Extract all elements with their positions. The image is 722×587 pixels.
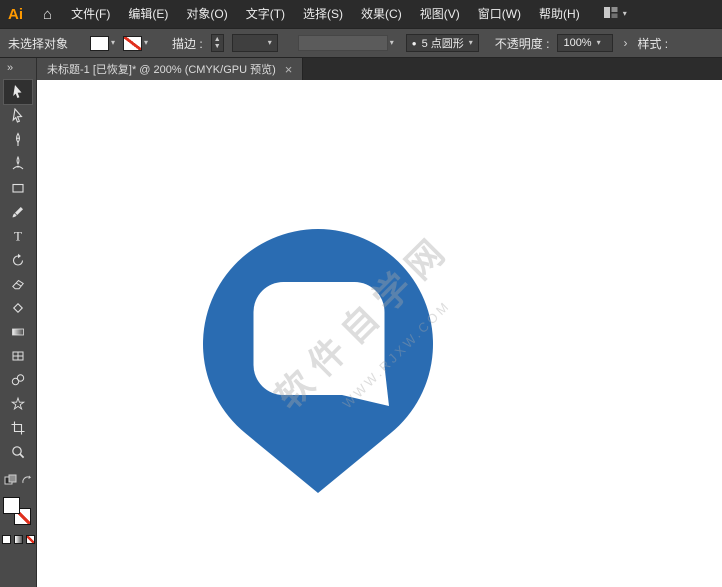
stepper-down-icon[interactable]: ▼: [214, 43, 221, 50]
color-button[interactable]: [1, 535, 11, 544]
mesh-tool[interactable]: [4, 344, 32, 368]
none-button[interactable]: [25, 535, 35, 544]
chevron-down-icon: ▾: [468, 38, 473, 47]
crop-marks-icon: [10, 420, 26, 436]
variable-width-profile[interactable]: ▾: [297, 35, 394, 51]
stepper-up-icon[interactable]: ▲: [214, 36, 221, 43]
color-mode-buttons: [1, 535, 35, 544]
document-area: 未标题-1 [已恢复]* @ 200% (CMYK/GPU 预览) × 软件自学…: [37, 58, 722, 587]
stroke-weight-label: 描边 :: [172, 36, 203, 51]
direct-selection-arrow-icon: [10, 108, 26, 124]
menu-edit[interactable]: 编辑(E): [119, 0, 177, 28]
brush-definition-dropdown[interactable]: ● 5 点圆形 ▾: [405, 34, 479, 52]
pen-nib-icon: [10, 132, 26, 148]
toolbar-expand-button[interactable]: »: [0, 58, 13, 80]
menu-help[interactable]: 帮助(H): [530, 0, 589, 28]
rotate-arrow-icon: [10, 252, 26, 268]
diamond-icon: [10, 300, 26, 316]
swap-fill-stroke-icon[interactable]: [21, 475, 32, 489]
type-tool[interactable]: T: [4, 224, 32, 248]
workspace-grid-icon: [603, 6, 619, 22]
paintbrush-icon: [10, 204, 26, 220]
chevron-down-icon: ▾: [267, 38, 272, 47]
opacity-dropdown[interactable]: 100% ▾: [557, 34, 614, 52]
stroke-swatch-none[interactable]: [123, 35, 143, 51]
shaper-tool[interactable]: [4, 296, 32, 320]
document-tab[interactable]: 未标题-1 [已恢复]* @ 200% (CMYK/GPU 预览) ×: [37, 58, 304, 80]
width-profile-preview: [297, 35, 388, 51]
close-icon[interactable]: ×: [285, 63, 293, 76]
main-area: » T 未标题-1 [已恢复]* @ 200% (CMYK/GPU 预览) × …: [0, 58, 722, 587]
artboard-canvas[interactable]: 软件自学网 WWW.RJXW.COM: [37, 80, 722, 587]
menu-object[interactable]: 对象(O): [177, 0, 236, 28]
eraser-tool[interactable]: [4, 272, 32, 296]
symbol-sprayer-tool[interactable]: [4, 392, 32, 416]
menu-type[interactable]: 文字(T): [237, 0, 294, 28]
chevron-down-icon: ▾: [144, 38, 149, 47]
stroke-weight-dropdown[interactable]: ▾: [231, 34, 278, 52]
menu-effect[interactable]: 效果(C): [352, 0, 411, 28]
stroke-color-picker[interactable]: ▾: [123, 35, 149, 51]
tools-panel: » T: [0, 58, 37, 587]
gradient-icon: [10, 324, 26, 340]
menu-file[interactable]: 文件(F): [62, 0, 119, 28]
direct-selection-tool[interactable]: [4, 104, 32, 128]
home-icon[interactable]: ⌂: [33, 6, 62, 23]
blend-tool[interactable]: [4, 368, 32, 392]
fill-swatch[interactable]: [90, 35, 110, 51]
opacity-value: 100%: [563, 37, 592, 49]
chevron-down-icon: ▾: [622, 9, 627, 18]
type-T-icon: T: [10, 228, 26, 244]
chevron-down-icon: ▾: [111, 38, 116, 47]
fill-stroke-indicator: [3, 497, 33, 527]
selection-arrow-icon: [10, 84, 26, 100]
rotate-tool[interactable]: [4, 248, 32, 272]
menu-window[interactable]: 窗口(W): [469, 0, 530, 28]
brush-definition-value: 5 点圆形: [421, 38, 464, 50]
star-icon: [10, 396, 26, 412]
gradient-button[interactable]: [13, 535, 23, 544]
chevron-down-icon: ▾: [389, 38, 394, 47]
curvature-tool[interactable]: [4, 152, 32, 176]
blend-circles-icon: [10, 372, 26, 388]
menu-bar: Ai ⌂ 文件(F) 编辑(E) 对象(O) 文字(T) 选择(S) 效果(C)…: [0, 0, 722, 28]
rectangle-icon: [10, 180, 26, 196]
chevron-right-icon[interactable]: ›: [621, 36, 629, 50]
rectangle-tool[interactable]: [4, 176, 32, 200]
artwork: [202, 229, 433, 493]
svg-text:T: T: [14, 229, 22, 244]
grid-icon: [10, 348, 26, 364]
stroke-weight-stepper[interactable]: ▲ ▼: [210, 34, 224, 52]
eraser-icon: [10, 276, 26, 292]
draw-modes-icon[interactable]: [4, 474, 17, 489]
style-label: 样式 :: [637, 36, 669, 51]
opacity-label: 不透明度 :: [494, 36, 550, 51]
chevron-down-icon: ▾: [596, 38, 601, 47]
app-logo: Ai: [8, 5, 23, 23]
brush-dot-icon: ●: [411, 38, 417, 48]
control-bar: 未选择对象 ▾ ▾ 描边 : ▲ ▼ ▾ ▾ ● 5 点圆形 ▾ 不透明度 : …: [0, 28, 722, 58]
menu-select[interactable]: 选择(S): [294, 0, 352, 28]
document-tab-bar: 未标题-1 [已恢复]* @ 200% (CMYK/GPU 预览) ×: [37, 58, 722, 80]
pen-tool[interactable]: [4, 128, 32, 152]
workspace-switcher[interactable]: ▾: [589, 6, 641, 22]
fill-color-well[interactable]: [3, 497, 20, 514]
paintbrush-tool[interactable]: [4, 200, 32, 224]
artboard-tool[interactable]: [4, 416, 32, 440]
selection-status: 未选择对象: [8, 36, 69, 51]
gradient-tool[interactable]: [4, 320, 32, 344]
curvature-pen-icon: [10, 156, 26, 172]
selection-tool[interactable]: [3, 79, 33, 105]
fill-color-picker[interactable]: ▾: [90, 35, 116, 51]
magnifier-icon: [10, 444, 26, 460]
zoom-tool[interactable]: [4, 440, 32, 464]
document-tab-title: 未标题-1 [已恢复]* @ 200% (CMYK/GPU 预览): [47, 64, 276, 76]
menu-view[interactable]: 视图(V): [411, 0, 469, 28]
